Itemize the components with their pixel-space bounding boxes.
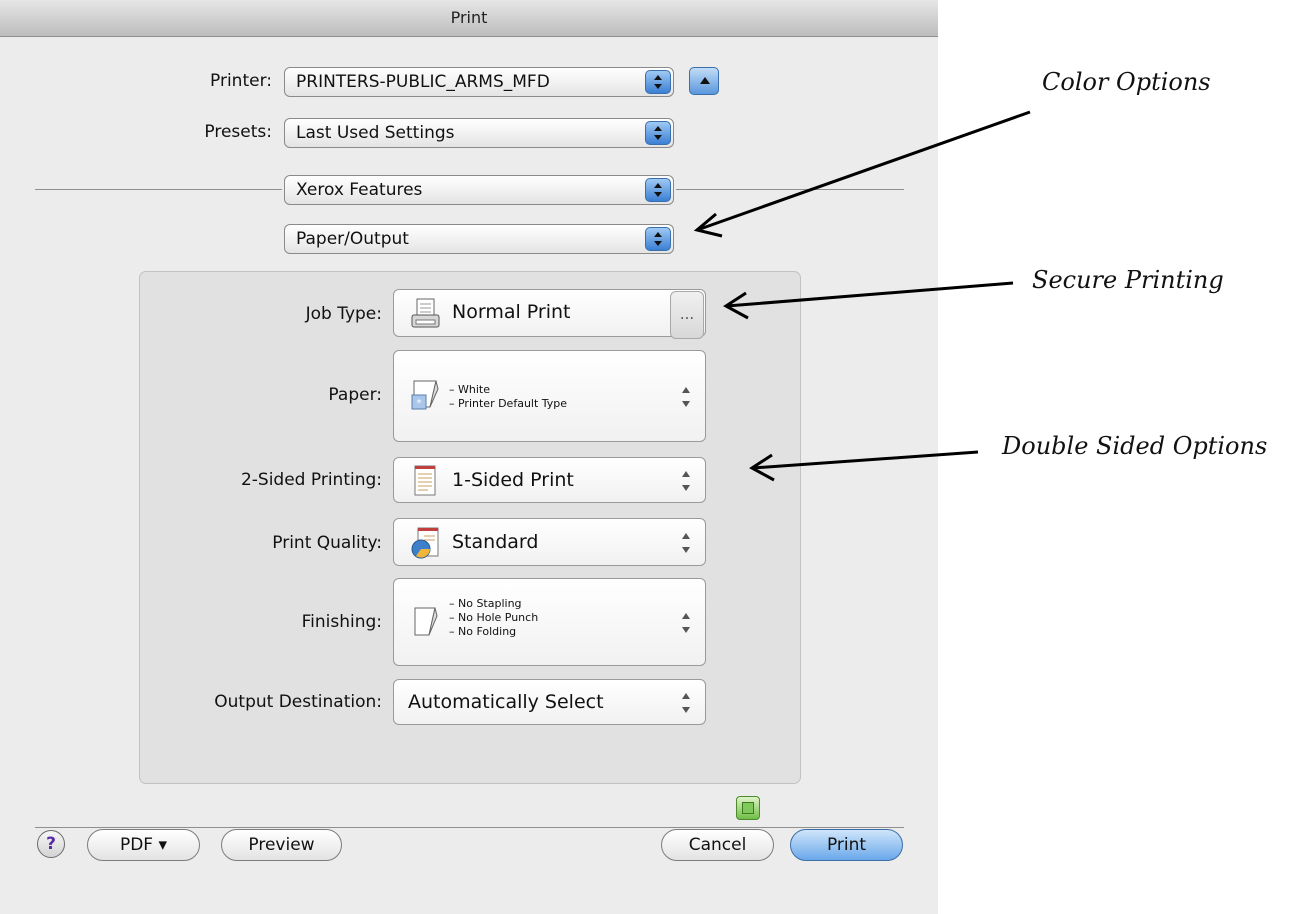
- arrow-to-two-sided: [752, 450, 979, 470]
- annotation-arrows: [693, 110, 1031, 482]
- arrow-to-section-popup: [699, 110, 1031, 231]
- arrow-to-job-type: [726, 281, 1014, 308]
